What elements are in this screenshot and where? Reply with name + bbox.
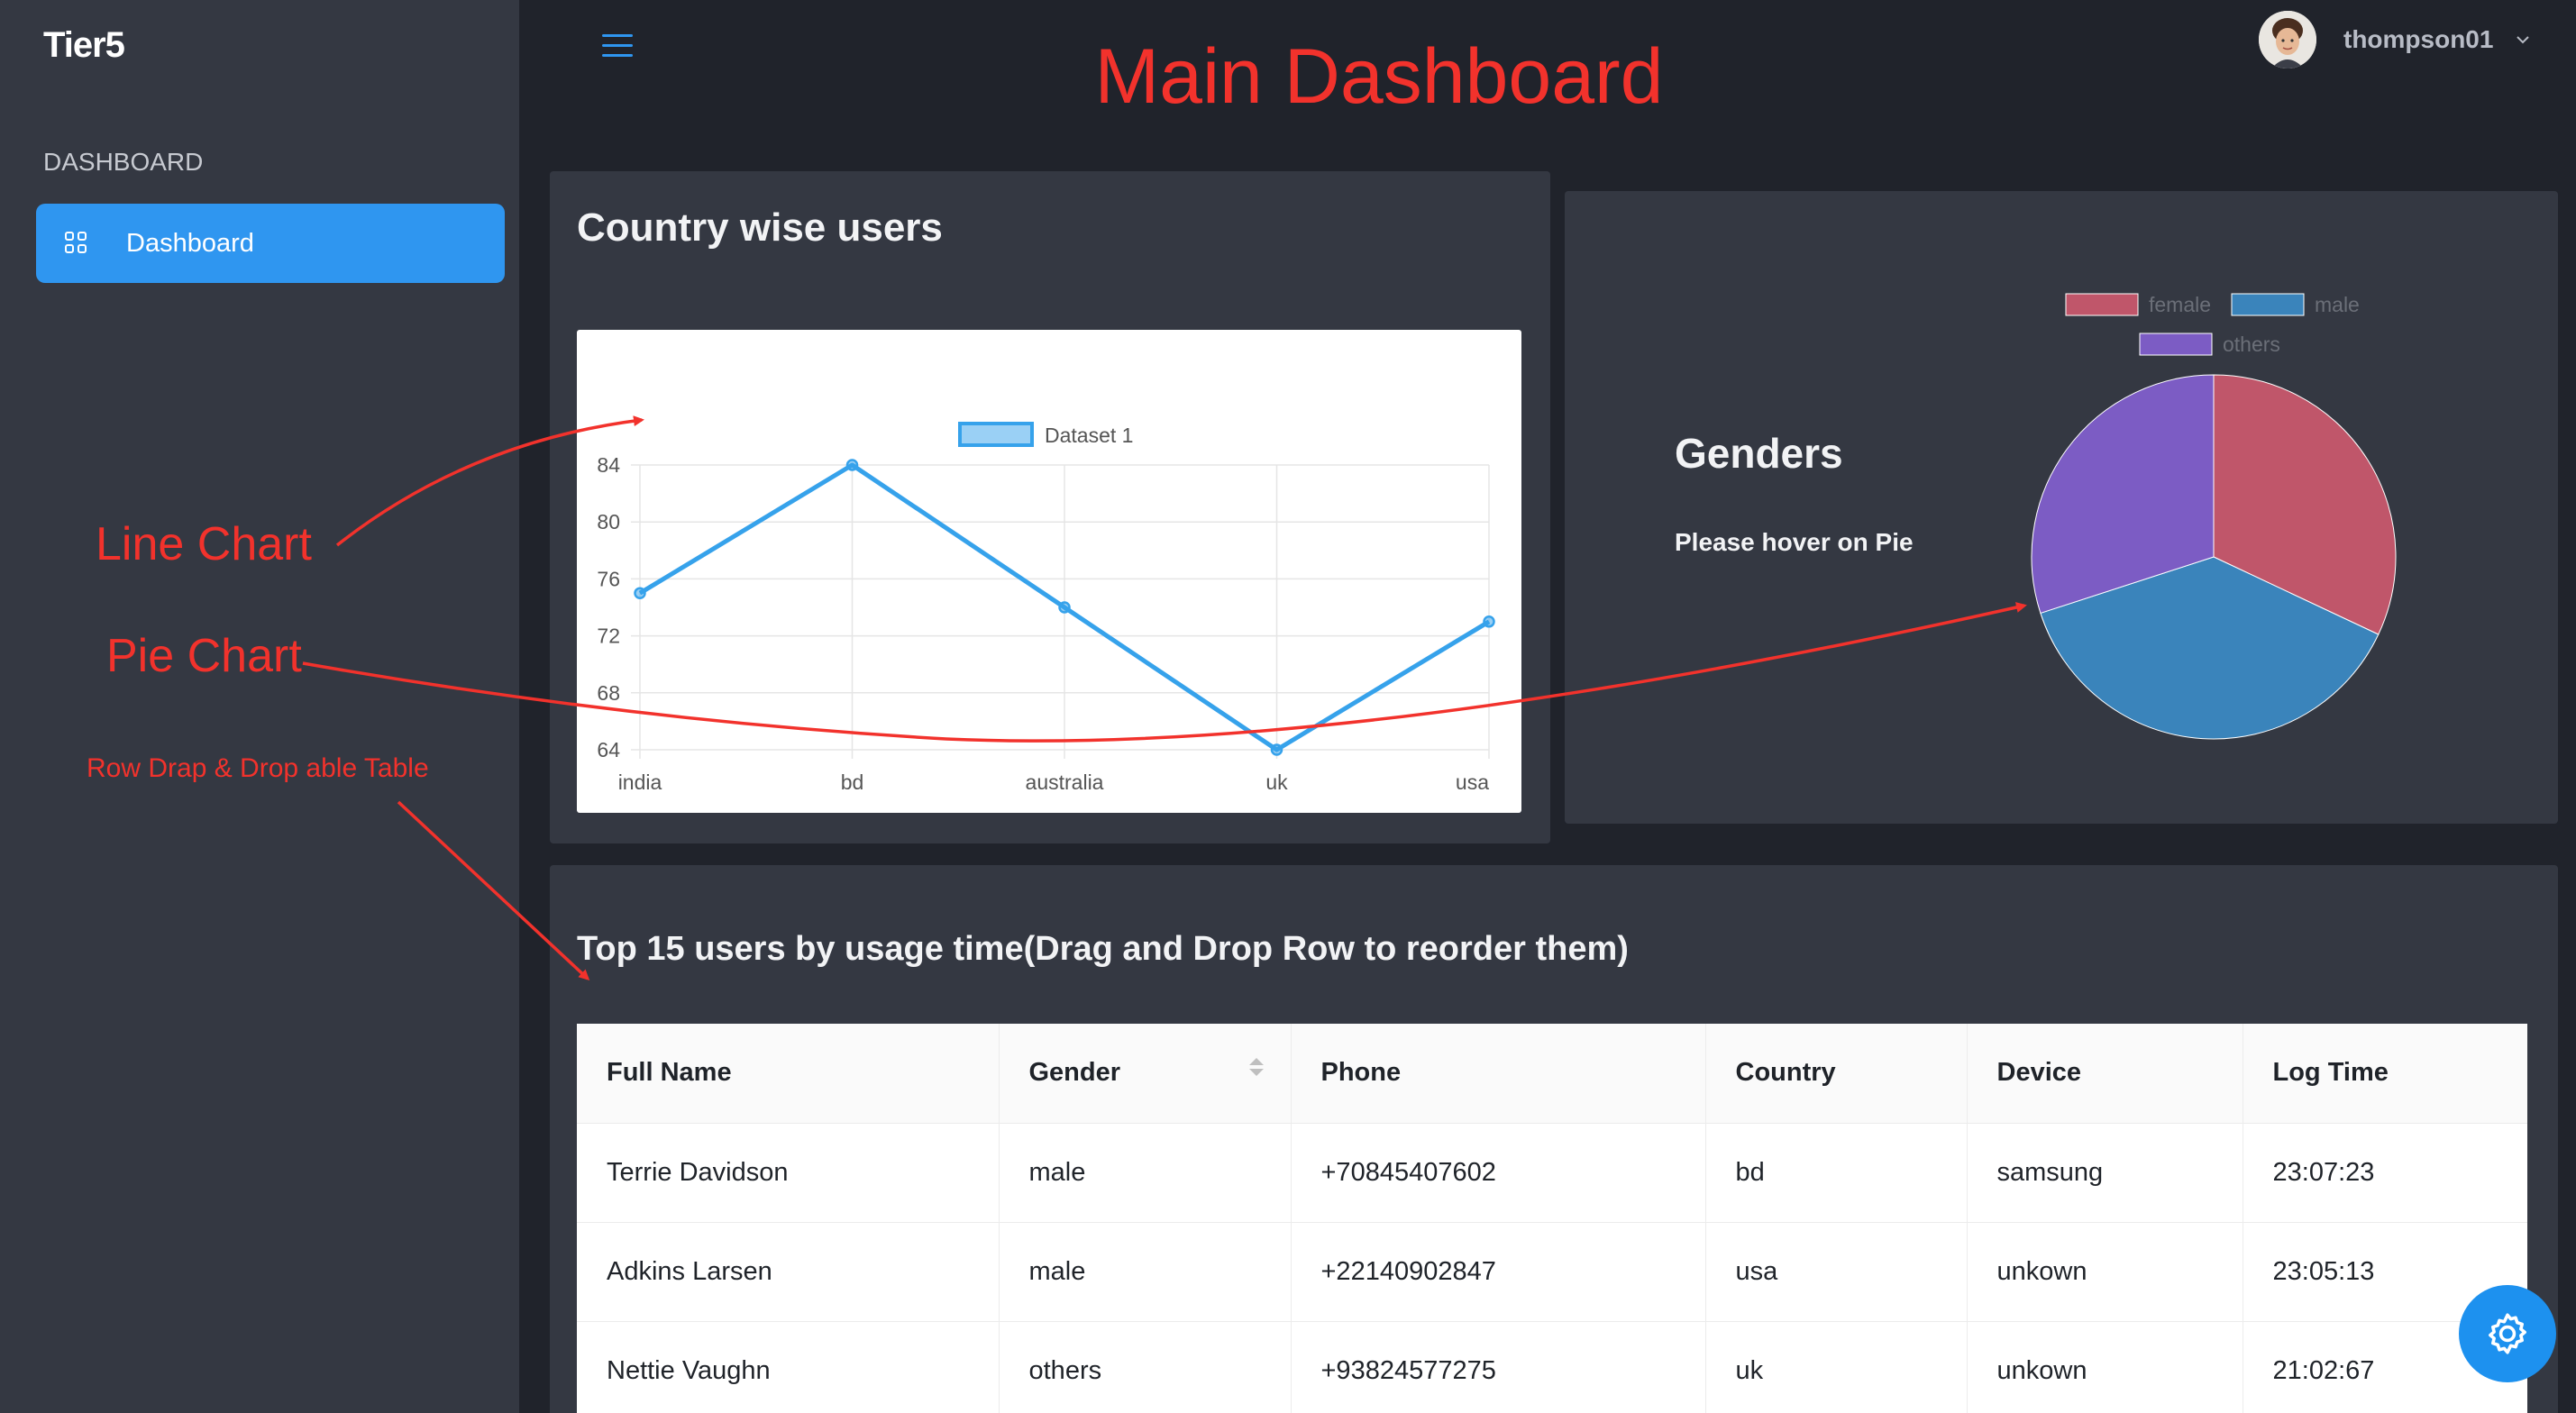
data-point (1058, 601, 1071, 614)
table-cell: +93824577275 (1291, 1321, 1706, 1413)
table-row[interactable]: Adkins Larsen male +22140902847 usa unko… (577, 1222, 2527, 1322)
column-header-label: Gender (1028, 1058, 1121, 1088)
annotation-pie-chart: Pie Chart (106, 630, 302, 682)
sort-icon[interactable] (1248, 1058, 1264, 1077)
column-header[interactable]: Full Name (577, 1024, 1000, 1124)
x-tick-label: australia (1026, 770, 1104, 794)
column-header[interactable]: Device (1967, 1024, 2243, 1124)
table-cell: 23:07:23 (2243, 1123, 2527, 1223)
table-cell: unkown (1967, 1321, 2243, 1413)
sidebar-item-label: Dashboard (126, 228, 254, 258)
legend-swatch (2065, 293, 2139, 316)
chevron-down-icon[interactable] (2513, 30, 2533, 50)
hamburger-menu-icon[interactable] (602, 32, 633, 58)
user-name[interactable]: thompson01 (2343, 25, 2493, 54)
legend-label: Dataset 1 (1045, 424, 1133, 447)
table-cell: male (999, 1123, 1292, 1223)
sidebar-section-title: DASHBOARD (43, 148, 204, 176)
table-cell: usa (1705, 1222, 1968, 1322)
table-cell: +22140902847 (1291, 1222, 1706, 1322)
table-title: Top 15 users by usage time(Drag and Drop… (577, 930, 1629, 968)
legend-swatch (2139, 333, 2213, 356)
card-title: Country wise users (577, 205, 943, 250)
table-cell: male (999, 1222, 1292, 1322)
legend-swatch (2231, 293, 2305, 316)
column-header-label: Phone (1320, 1058, 1402, 1088)
column-header-label: Log Time (2272, 1058, 2389, 1088)
app-logo[interactable]: Tier5 (43, 25, 125, 66)
x-tick-label: india (618, 770, 662, 794)
table-cell: others (999, 1321, 1292, 1413)
table-row[interactable]: Nettie Vaughn others +93824577275 uk unk… (577, 1321, 2527, 1413)
table-cell: +70845407602 (1291, 1123, 1706, 1223)
column-header-label: Full Name (607, 1058, 732, 1088)
y-tick-label: 68 (597, 681, 620, 705)
app-root: Tier5 DASHBOARD Dashboard Main Dashboard (0, 0, 2576, 1413)
avatar[interactable] (2259, 11, 2316, 68)
column-header[interactable]: Country (1705, 1024, 1968, 1124)
column-header[interactable]: Phone (1291, 1024, 1706, 1124)
settings-button[interactable] (2459, 1285, 2556, 1382)
x-tick-label: usa (1456, 770, 1489, 794)
line-chart[interactable]: 64 68 72 76 80 84 india bd australia uk usa Dataset… (577, 330, 1521, 813)
settings-gear-icon (2489, 1313, 2526, 1354)
table-cell: Terrie Davidson (577, 1123, 1000, 1223)
table-cell: samsung (1967, 1123, 2243, 1223)
annotation-table: Row Drap & Drop able Table (87, 753, 429, 783)
data-point (1483, 615, 1495, 628)
pie-chart[interactable]: female male others (1565, 191, 2558, 824)
legend-label: male (2315, 293, 2360, 316)
data-point (634, 587, 646, 599)
table-cell: Nettie Vaughn (577, 1321, 1000, 1413)
table-row[interactable]: Terrie Davidson male +70845407602 bd sam… (577, 1123, 2527, 1223)
y-tick-label: 76 (597, 567, 620, 590)
x-tick-label: bd (841, 770, 864, 794)
legend-label: others (2223, 333, 2280, 356)
column-header-label: Device (1996, 1058, 2082, 1088)
table-cell: unkown (1967, 1222, 2243, 1322)
y-tick-label: 84 (597, 453, 620, 477)
country-users-card: Country wise users 64 68 72 76 80 84 india bd au… (550, 171, 1550, 843)
y-tick-label: 80 (597, 510, 620, 533)
sidebar: Tier5 DASHBOARD Dashboard (0, 0, 519, 1413)
column-header[interactable]: Log Time (2243, 1024, 2527, 1124)
table-cell: Adkins Larsen (577, 1222, 1000, 1322)
x-tick-label: uk (1265, 770, 1288, 794)
user-menu[interactable]: thompson01 (2259, 11, 2533, 68)
data-point (845, 459, 859, 471)
annotation-line-chart: Line Chart (96, 518, 312, 570)
line-chart-panel: 64 68 72 76 80 84 india bd australia uk usa Dataset… (577, 330, 1521, 813)
sidebar-item-dashboard[interactable]: Dashboard (36, 204, 505, 283)
column-header-label: Country (1735, 1058, 1836, 1088)
y-tick-label: 64 (597, 738, 620, 761)
table-header-row: Full Name Gender Phone Country Device Lo… (577, 1024, 2527, 1124)
table-wrapper: Full Name Gender Phone Country Device Lo… (577, 1024, 2527, 1413)
column-header[interactable]: Gender (999, 1024, 1292, 1124)
users-table-card: Top 15 users by usage time(Drag and Drop… (550, 865, 2558, 1413)
table-cell: bd (1705, 1123, 1968, 1223)
data-point (1270, 743, 1283, 756)
y-tick-label: 72 (597, 624, 620, 648)
genders-card: Genders Please hover on Pie female male ot… (1565, 191, 2558, 824)
dashboard-grid-icon (65, 232, 88, 255)
users-table: Full Name Gender Phone Country Device Lo… (577, 1024, 2527, 1413)
legend-swatch (958, 422, 1034, 447)
table-cell: uk (1705, 1321, 1968, 1413)
page-title: Main Dashboard (1094, 33, 1664, 120)
legend-label: female (2149, 293, 2211, 316)
